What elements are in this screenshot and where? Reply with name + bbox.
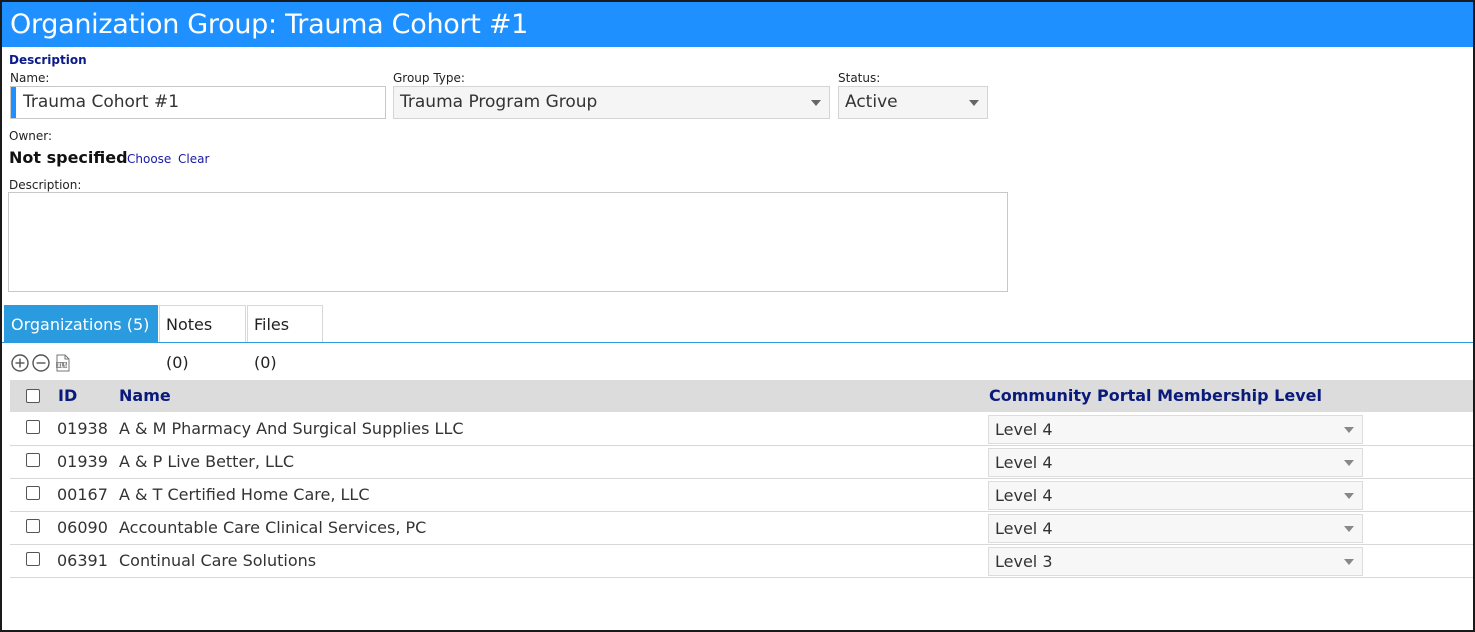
row-checkbox[interactable]: [26, 519, 40, 533]
table-row: 06391 Continual Care Solutions Level 3: [10, 545, 1473, 578]
description-textarea[interactable]: [8, 192, 1008, 292]
row-checkbox[interactable]: [26, 420, 40, 434]
status-label: Status:: [838, 71, 881, 85]
membership-level-value: Level 3: [995, 552, 1053, 571]
row-id: 01938: [57, 419, 108, 438]
row-checkbox[interactable]: [26, 552, 40, 566]
excel-export-icon[interactable]: [54, 354, 72, 372]
tab-organizations[interactable]: Organizations (5): [4, 305, 158, 343]
row-id: 06090: [57, 518, 108, 537]
clear-owner-link[interactable]: Clear: [178, 152, 209, 166]
table-row: 06090 Accountable Care Clinical Services…: [10, 512, 1473, 545]
name-label: Name:: [10, 71, 50, 85]
row-name: A & P Live Better, LLC: [119, 452, 295, 471]
group-type-value: Trauma Program Group: [400, 92, 598, 112]
select-all-checkbox[interactable]: [26, 389, 40, 403]
owner-label: Owner:: [9, 129, 53, 143]
status-value: Active: [845, 92, 898, 112]
focus-indicator: [11, 87, 16, 118]
table-row: 01939 A & P Live Better, LLC Level 4: [10, 446, 1473, 479]
row-name: A & T Certified Home Care, LLC: [119, 485, 370, 504]
row-id: 06391: [57, 551, 108, 570]
membership-level-value: Level 4: [995, 486, 1053, 505]
membership-level-value: Level 4: [995, 453, 1053, 472]
status-select[interactable]: Active: [838, 86, 988, 119]
membership-level-value: Level 4: [995, 519, 1053, 538]
organization-group-window: Organization Group: Trauma Cohort #1 Des…: [0, 0, 1475, 632]
name-input-value: Trauma Cohort #1: [23, 92, 180, 112]
section-label-description: Description: [9, 53, 87, 67]
chevron-down-icon: [1344, 460, 1354, 466]
row-id: 00167: [57, 485, 108, 504]
choose-owner-link[interactable]: Choose: [127, 152, 171, 166]
tab-notes[interactable]: Notes (0): [159, 305, 246, 372]
membership-level-select[interactable]: Level 4: [988, 481, 1363, 510]
chevron-down-icon: [1344, 526, 1354, 532]
table-row: 00167 A & T Certified Home Care, LLC Lev…: [10, 479, 1473, 512]
row-id: 01939: [57, 452, 108, 471]
remove-circle-icon[interactable]: [32, 354, 50, 372]
membership-level-select[interactable]: Level 4: [988, 514, 1363, 543]
group-type-label: Group Type:: [393, 71, 465, 85]
chevron-down-icon: [1344, 559, 1354, 565]
membership-level-select[interactable]: Level 3: [988, 547, 1363, 576]
membership-level-value: Level 4: [995, 420, 1053, 439]
row-checkbox[interactable]: [26, 486, 40, 500]
description-label: Description:: [9, 178, 82, 192]
column-header-membership-level[interactable]: Community Portal Membership Level: [989, 380, 1322, 412]
owner-value: Not specified: [9, 148, 128, 167]
table-row: 01938 A & M Pharmacy And Surgical Suppli…: [10, 413, 1473, 446]
row-name: Continual Care Solutions: [119, 551, 317, 570]
column-header-name[interactable]: Name: [119, 380, 171, 412]
row-checkbox[interactable]: [26, 453, 40, 467]
add-circle-icon[interactable]: [11, 354, 29, 372]
grid-header: ID Name Community Portal Membership Leve…: [10, 380, 1473, 412]
membership-level-select[interactable]: Level 4: [988, 448, 1363, 477]
column-header-id[interactable]: ID: [58, 380, 77, 412]
chevron-down-icon: [811, 100, 821, 106]
window-title: Organization Group: Trauma Cohort #1: [2, 2, 1473, 47]
chevron-down-icon: [1344, 427, 1354, 433]
chevron-down-icon: [969, 100, 979, 106]
chevron-down-icon: [1344, 493, 1354, 499]
tab-files[interactable]: Files (0): [247, 305, 323, 372]
membership-level-select[interactable]: Level 4: [988, 415, 1363, 444]
row-name: Accountable Care Clinical Services, PC: [119, 518, 427, 537]
name-input[interactable]: Trauma Cohort #1: [10, 86, 386, 119]
row-name: A & M Pharmacy And Surgical Supplies LLC: [119, 419, 464, 438]
tabs-underline: [2, 342, 1473, 343]
group-type-select[interactable]: Trauma Program Group: [393, 86, 830, 119]
